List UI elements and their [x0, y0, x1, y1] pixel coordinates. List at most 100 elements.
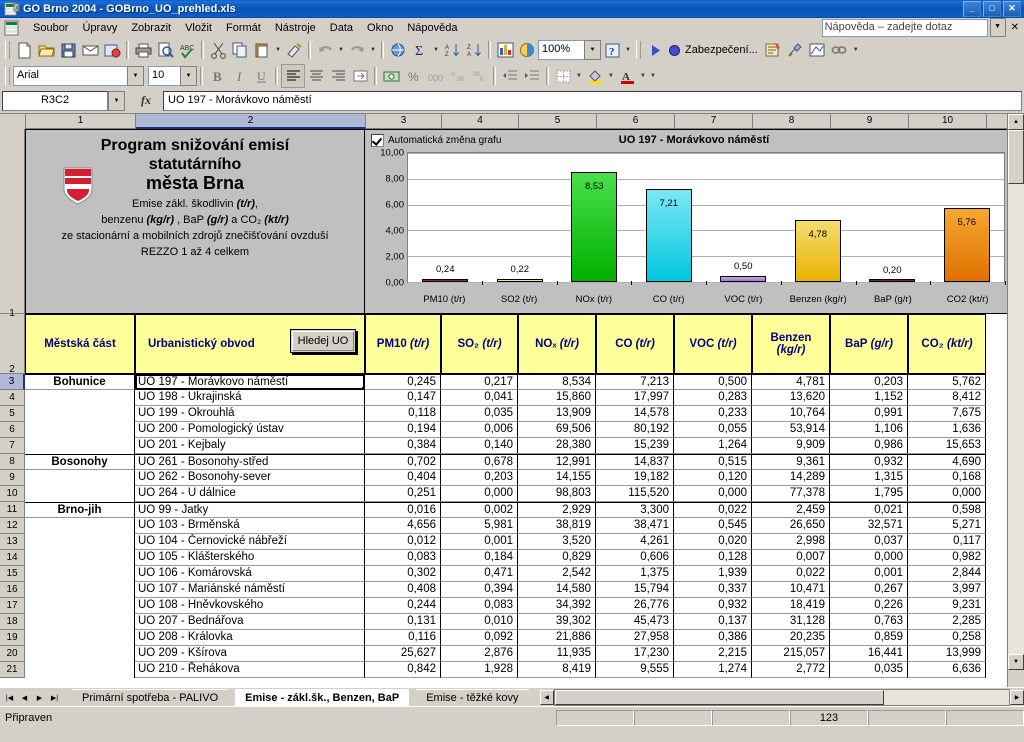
menu-item-format[interactable]: Formát [219, 20, 268, 36]
table-row[interactable]: UO 105 - Klášterského 0,083 0,184 0,829 0,60… [25, 550, 1024, 566]
cell-co[interactable]: 0,606 [596, 550, 674, 566]
email-icon[interactable] [79, 39, 101, 61]
cell-co2[interactable]: 0,598 [908, 502, 986, 518]
cell-benzen[interactable]: 31,128 [752, 614, 830, 630]
cell-pm10[interactable]: 0,131 [365, 614, 441, 630]
column-header-7[interactable]: 7 [675, 114, 753, 129]
cell-co[interactable]: 3,300 [596, 502, 674, 518]
toolbar-options-icon-2[interactable]: ▼ [851, 39, 861, 61]
cell-voc[interactable]: 0,545 [674, 518, 752, 534]
row-header-8[interactable]: 8 [0, 454, 25, 470]
cell-so2[interactable]: 0,010 [441, 614, 518, 630]
cell-nox[interactable]: 3,520 [518, 534, 596, 550]
sheet-tab-emise-zakl[interactable]: Emise - zákl.šk., Benzen, BaP [235, 689, 410, 706]
cell-pm10[interactable]: 0,012 [365, 534, 441, 550]
cell-pm10[interactable]: 0,251 [365, 486, 441, 502]
cell-co2[interactable]: 5,762 [908, 374, 986, 390]
close-button[interactable]: ✕ [1003, 1, 1021, 17]
table-row[interactable]: UO 103 - Brměnská 4,656 5,981 38,819 38,471 0… [25, 518, 1024, 534]
cell-benzen[interactable]: 2,998 [752, 534, 830, 550]
design-mode-icon[interactable] [807, 39, 829, 61]
hscroll-left-button[interactable]: ◀ [539, 690, 554, 705]
cell-voc[interactable]: 0,932 [674, 598, 752, 614]
cell-mestska-cast[interactable] [25, 550, 135, 566]
borders-dropdown-icon[interactable]: ▼ [574, 65, 584, 87]
cell-voc[interactable]: 0,386 [674, 630, 752, 646]
toolbar-options-icon[interactable]: ▼ [623, 39, 633, 61]
cell-urbanisticky-obvod[interactable]: UO 200 - Pomologický ústav [135, 422, 365, 438]
drawing-icon[interactable] [516, 39, 538, 61]
column-header-5[interactable]: 5 [519, 114, 597, 129]
cell-benzen[interactable]: 9,361 [752, 454, 830, 470]
cell-nox[interactable]: 14,580 [518, 582, 596, 598]
cell-co[interactable]: 1,375 [596, 566, 674, 582]
cell-benzen[interactable]: 9,909 [752, 438, 830, 454]
cell-benzen[interactable]: 18,419 [752, 598, 830, 614]
cell-nox[interactable]: 14,155 [518, 470, 596, 486]
cell-pm10[interactable]: 0,245 [365, 374, 441, 390]
cell-bap[interactable]: 0,986 [830, 438, 908, 454]
cell-urbanisticky-obvod[interactable]: UO 264 - U dálnice [135, 486, 365, 502]
cell-pm10[interactable]: 0,147 [365, 390, 441, 406]
table-row[interactable]: UO 108 - Hněvkovského 0,244 0,083 34,392 26,… [25, 598, 1024, 614]
cell-so2[interactable]: 0,217 [441, 374, 518, 390]
cell-mestska-cast[interactable] [25, 598, 135, 614]
select-all-corner[interactable] [0, 114, 26, 130]
cell-bap[interactable]: 16,441 [830, 646, 908, 662]
cell-co2[interactable]: 2,844 [908, 566, 986, 582]
cell-co[interactable]: 115,520 [596, 486, 674, 502]
cut-icon[interactable] [207, 39, 229, 61]
table-row[interactable]: Bohunice UO 197 - Morávkovo náměstí 0,245 0… [25, 374, 1024, 390]
cell-bap[interactable]: 0,991 [830, 406, 908, 422]
table-row[interactable]: UO 208 - Královka 0,116 0,092 21,886 27,958 0… [25, 630, 1024, 646]
formatting-grip[interactable] [5, 67, 10, 85]
borders-icon[interactable] [552, 65, 574, 87]
table-row[interactable]: UO 262 - Bosonohy-sever 0,404 0,203 14,155 1… [25, 470, 1024, 486]
cell-co[interactable]: 38,471 [596, 518, 674, 534]
cell-benzen[interactable]: 215,057 [752, 646, 830, 662]
font-name-dropdown-icon[interactable]: ▼ [127, 66, 144, 86]
decrease-decimal-icon[interactable]: .00.0 [468, 65, 490, 87]
table-row[interactable]: UO 264 - U dálnice 0,251 0,000 98,803 115,52… [25, 486, 1024, 502]
table-row[interactable]: Bosonohy UO 261 - Bosonohy-střed 0,702 0,67… [25, 454, 1024, 470]
cell-voc[interactable]: 0,055 [674, 422, 752, 438]
cell-bap[interactable]: 1,315 [830, 470, 908, 486]
visual-basic-editor-icon[interactable] [763, 39, 785, 61]
menu-item-zobrazit[interactable]: Zobrazit [124, 20, 178, 36]
save-icon[interactable] [57, 39, 79, 61]
italic-icon[interactable]: I [228, 65, 250, 87]
cell-bap[interactable]: 0,267 [830, 582, 908, 598]
bold-icon[interactable]: B [206, 65, 228, 87]
sheet-tab-primarni-spotreba[interactable]: Primární spotřeba - PALIVO [72, 689, 229, 706]
cell-bap[interactable]: 0,203 [830, 374, 908, 390]
cell-pm10[interactable]: 0,302 [365, 566, 441, 582]
row-header-18[interactable]: 18 [0, 614, 25, 630]
chart-bar[interactable]: 5,76 [943, 207, 990, 282]
cell-pm10[interactable]: 0,702 [365, 454, 441, 470]
cell-urbanisticky-obvod[interactable]: UO 105 - Klášterského [135, 550, 365, 566]
print-preview-icon[interactable] [154, 39, 176, 61]
cell-co[interactable]: 4,261 [596, 534, 674, 550]
cell-benzen[interactable]: 2,772 [752, 662, 830, 678]
cell-so2[interactable]: 5,981 [441, 518, 518, 534]
cell-co[interactable]: 14,578 [596, 406, 674, 422]
close-document-button[interactable]: ✕ [1008, 22, 1022, 33]
exit-design-icon[interactable] [829, 39, 851, 61]
cell-co[interactable]: 80,192 [596, 422, 674, 438]
table-row[interactable]: UO 106 - Komárovská 0,302 0,471 2,542 1,375 1… [25, 566, 1024, 582]
hyperlink-icon[interactable] [387, 39, 409, 61]
column-header-1[interactable]: 1 [26, 114, 136, 129]
table-row[interactable]: UO 199 - Okrouhlá 0,118 0,035 13,909 14,578 0… [25, 406, 1024, 422]
cell-co[interactable]: 19,182 [596, 470, 674, 486]
cell-so2[interactable]: 0,203 [441, 470, 518, 486]
cell-bap[interactable]: 0,932 [830, 454, 908, 470]
row-header-11[interactable]: 11 [0, 502, 25, 518]
zoom-value[interactable]: 100% [538, 40, 584, 60]
decrease-indent-icon[interactable] [499, 65, 521, 87]
cell-benzen[interactable]: 26,650 [752, 518, 830, 534]
spelling-icon[interactable]: ABC [176, 39, 198, 61]
name-box[interactable]: R3C2 [2, 90, 108, 111]
cell-co2[interactable]: 15,653 [908, 438, 986, 454]
scroll-down-button[interactable]: ▼ [1008, 654, 1024, 670]
cell-mestska-cast[interactable] [25, 614, 135, 630]
